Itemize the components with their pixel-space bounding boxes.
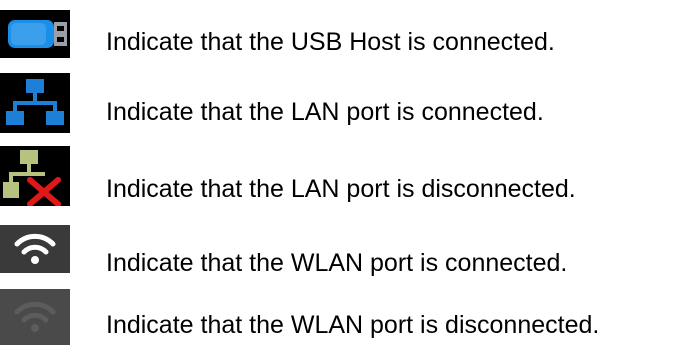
legend-text-wlan-connected: Indicate that the WLAN port is connected…: [106, 249, 568, 277]
usb-host-icon: [0, 10, 70, 70]
wlan-disconnected-icon: [0, 289, 70, 349]
legend-text-lan-connected: Indicate that the LAN port is connected.: [106, 98, 544, 126]
legend-text-lan-disconnected: Indicate that the LAN port is disconnect…: [106, 175, 576, 203]
legend-text-wlan-disconnected: Indicate that the WLAN port is disconnec…: [106, 311, 600, 339]
lan-disconnected-icon: [0, 146, 70, 206]
lan-connected-icon: [0, 73, 70, 133]
legend-text-usb-host: Indicate that the USB Host is connected.: [106, 28, 555, 56]
wlan-connected-icon: [0, 225, 70, 285]
